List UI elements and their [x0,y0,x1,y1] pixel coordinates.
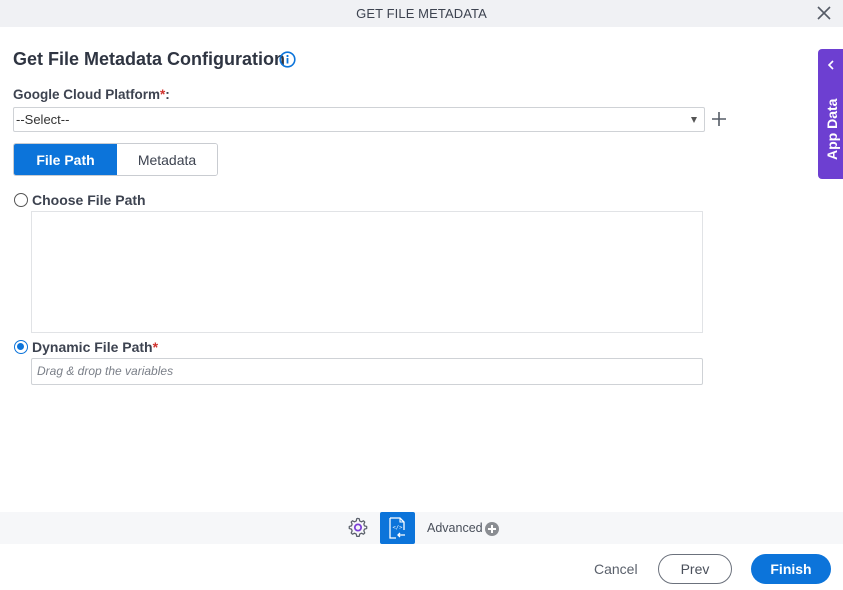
dynamic-file-path-input[interactable]: Drag & drop the variables [31,358,703,385]
code-file-icon: </> [389,517,405,539]
gcp-label: Google Cloud Platform*: [13,87,170,102]
choose-file-path-radio[interactable] [14,193,28,207]
app-data-label: App Data [824,98,840,160]
tab-metadata[interactable]: Metadata [117,144,217,175]
bottom-toolbar [0,512,843,544]
dialog-titlebar: GET FILE METADATA [0,0,843,27]
page-title: Get File Metadata Configuration [13,49,286,69]
file-path-tree-box[interactable] [31,211,703,333]
required-marker: * [152,339,159,355]
advanced-link[interactable]: Advanced [427,521,483,535]
app-data-panel-toggle[interactable]: App Data [818,49,843,179]
close-icon[interactable] [816,5,832,21]
dynamic-file-path-label: Dynamic File Path* [32,339,158,355]
gcp-label-colon: : [165,87,170,102]
choose-file-path-label: Choose File Path [32,192,146,208]
dynamic-file-path-label-text: Dynamic File Path [32,339,153,355]
dropdown-caret-icon [691,117,697,123]
cancel-button[interactable]: Cancel [594,561,638,577]
plus-circle-icon[interactable] [485,522,499,536]
script-button[interactable]: </> [380,512,415,544]
gear-icon[interactable] [346,516,369,539]
gcp-select[interactable]: --Select-- [13,107,705,132]
tab-file-path[interactable]: File Path [14,144,117,175]
gcp-label-text: Google Cloud Platform [13,87,160,102]
dialog-title: GET FILE METADATA [356,6,487,21]
add-gcp-icon[interactable] [711,111,727,127]
prev-button[interactable]: Prev [658,554,732,584]
dynamic-file-path-radio[interactable] [14,340,28,354]
tab-group: File Path Metadata [13,143,218,176]
gcp-select-value: --Select-- [16,112,70,127]
info-icon[interactable] [279,51,296,68]
finish-button[interactable]: Finish [751,554,831,584]
svg-text:</>: </> [393,525,404,531]
